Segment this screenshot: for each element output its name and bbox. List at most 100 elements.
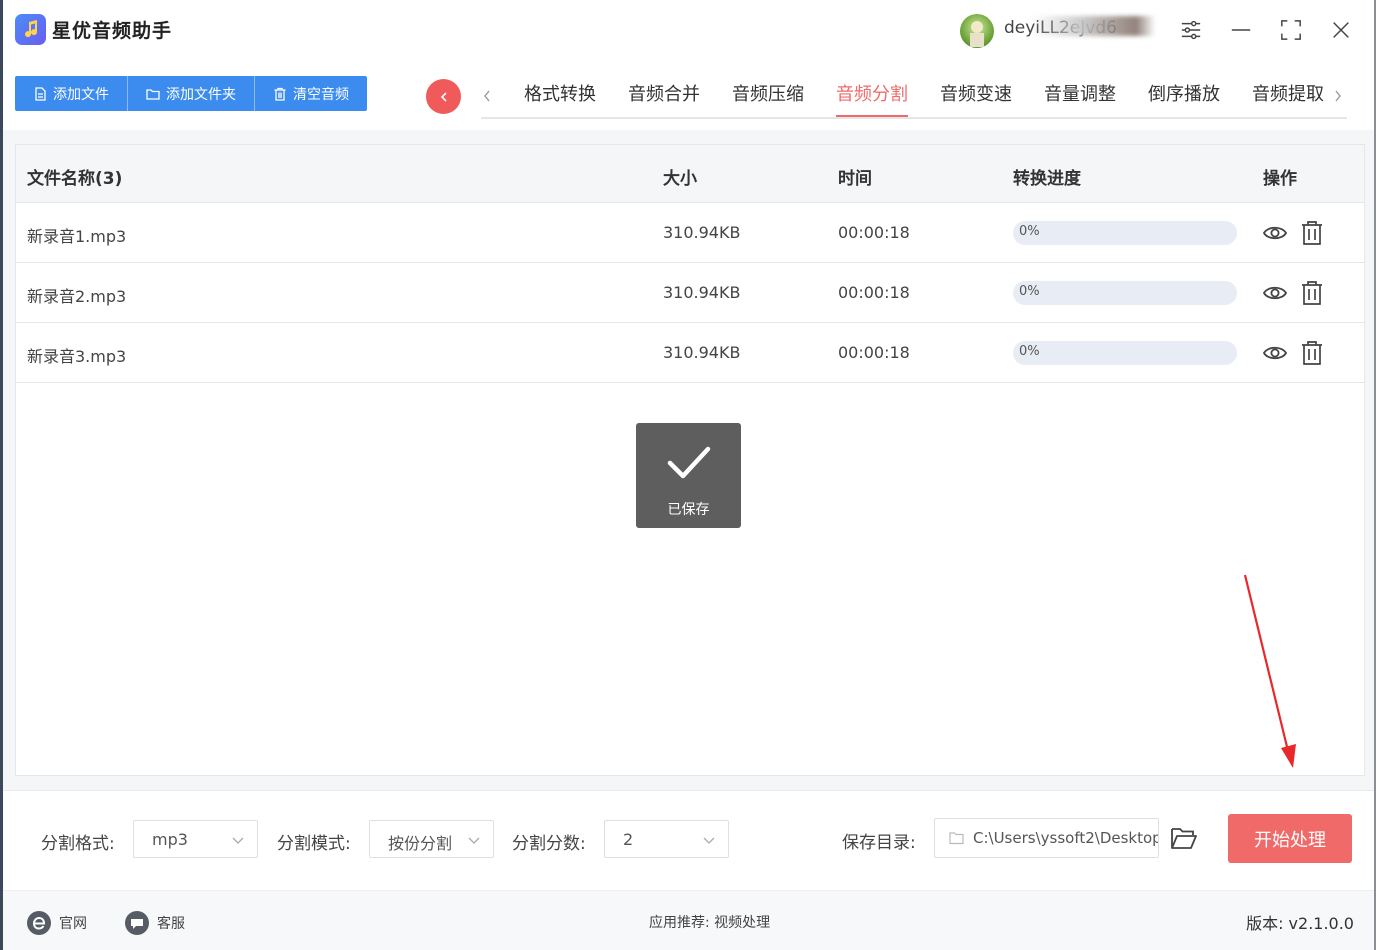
trash-icon <box>1302 341 1322 365</box>
saved-toast: 已保存 <box>636 423 741 528</box>
file-size: 310.94KB <box>663 223 741 242</box>
user-profile[interactable]: deyiLL2eJvd6 <box>960 12 1160 48</box>
tab-7[interactable]: 音频提取 <box>1236 80 1340 118</box>
progress-bar: 0% <box>1013 281 1237 305</box>
tabs-scroll-left[interactable] <box>477 84 497 108</box>
title-bar: 星优音频助手 deyiLL2eJvd6 <box>3 0 1374 60</box>
chevron-down-icon <box>232 837 244 844</box>
tab-5[interactable]: 音量调整 <box>1028 80 1132 118</box>
clear-audio-label: 清空音频 <box>293 86 349 103</box>
file-size: 310.94KB <box>663 343 741 362</box>
table-row[interactable]: 新录音1.mp3 310.94KB 00:00:18 0% <box>16 203 1364 263</box>
tab-4[interactable]: 音频变速 <box>924 80 1028 118</box>
chevron-left-icon <box>440 91 447 102</box>
preview-button[interactable] <box>1262 340 1288 366</box>
chevron-right-icon <box>1335 90 1341 102</box>
save-path-field[interactable]: C:\Users\yssoft2\Desktop <box>934 818 1159 858</box>
progress-text: 0% <box>1019 224 1040 239</box>
music-note-icon <box>25 20 38 38</box>
clear-audio-button[interactable]: 清空音频 <box>255 76 367 111</box>
close-icon <box>1333 22 1349 38</box>
avatar[interactable] <box>960 14 994 48</box>
mode-select[interactable]: 按份分割 <box>369 820 494 858</box>
format-select[interactable]: mp3 <box>133 820 258 858</box>
support-link[interactable]: 客服 <box>125 911 185 935</box>
progress-text: 0% <box>1019 284 1040 299</box>
split-settings: 分割格式: mp3 分割模式: 按份分割 分割分数: 2 保存目录: C:\Us… <box>3 790 1374 888</box>
header-time: 时间 <box>838 169 872 189</box>
minimize-button[interactable] <box>1226 15 1256 45</box>
mode-value: 按份分割 <box>388 834 453 853</box>
count-select[interactable]: 2 <box>604 820 729 858</box>
delete-button[interactable] <box>1299 340 1325 366</box>
start-process-button[interactable]: 开始处理 <box>1228 814 1352 863</box>
delete-button[interactable] <box>1299 220 1325 246</box>
annotation-arrow-icon <box>1243 574 1296 768</box>
feature-tabs: 格式转换 音频合并 音频压缩 音频分割 音频变速 音量调整 倒序播放 音频提取 <box>508 80 1340 120</box>
back-button[interactable] <box>426 79 461 114</box>
footer: 官网 客服 应用推荐: 视频处理 版本: v2.1.0.0 <box>3 890 1374 950</box>
add-folder-button[interactable]: 添加文件夹 <box>128 76 255 111</box>
tab-1[interactable]: 音频合并 <box>612 80 716 118</box>
tab-3[interactable]: 音频分割 <box>820 80 924 118</box>
settings-button[interactable] <box>1176 15 1206 45</box>
trash-icon <box>274 87 286 101</box>
website-label: 官网 <box>59 916 87 932</box>
file-name: 新录音3.mp3 <box>27 347 127 366</box>
header-size: 大小 <box>663 169 697 189</box>
maximize-button[interactable] <box>1276 15 1306 45</box>
format-label: 分割格式: <box>41 834 115 854</box>
tab-6[interactable]: 倒序播放 <box>1132 80 1236 118</box>
user-avatar-icon <box>970 21 984 47</box>
chevron-down-icon <box>468 837 480 844</box>
file-toolbar: 添加文件 添加文件夹 清空音频 <box>15 76 367 111</box>
fullscreen-icon <box>1281 20 1301 40</box>
folder-open-icon <box>1171 828 1197 849</box>
file-icon <box>35 86 46 101</box>
tabs-scroll-right[interactable] <box>1328 84 1348 108</box>
progress-text: 0% <box>1019 344 1040 359</box>
eye-icon <box>1262 226 1288 240</box>
chevron-down-icon <box>703 837 715 844</box>
app-recommendation[interactable]: 应用推荐: 视频处理 <box>649 912 770 932</box>
app-window: 星优音频助手 deyiLL2eJvd6 <box>3 0 1374 950</box>
progress-bar: 0% <box>1013 341 1237 365</box>
mode-label: 分割模式: <box>277 834 351 854</box>
save-dir-label: 保存目录: <box>842 833 916 853</box>
add-folder-label: 添加文件夹 <box>166 86 236 103</box>
user-name-mask <box>1030 16 1155 36</box>
header-action: 操作 <box>1263 169 1297 189</box>
header-progress: 转换进度 <box>1013 169 1081 189</box>
file-duration: 00:00:18 <box>838 343 910 362</box>
preview-button[interactable] <box>1262 220 1288 246</box>
count-label: 分割分数: <box>512 834 586 854</box>
folder-icon <box>146 88 160 100</box>
file-size: 310.94KB <box>663 283 741 302</box>
minimize-icon <box>1231 29 1251 31</box>
browse-folder-button[interactable] <box>1170 825 1198 851</box>
close-button[interactable] <box>1326 15 1356 45</box>
folder-icon <box>949 832 964 845</box>
preview-button[interactable] <box>1262 280 1288 306</box>
app-logo <box>15 14 46 45</box>
toast-text: 已保存 <box>667 502 710 518</box>
chevron-left-icon <box>484 90 490 102</box>
table-header: 文件名称(3) 大小 时间 转换进度 操作 <box>16 145 1364 203</box>
support-label: 客服 <box>157 916 185 932</box>
tab-0[interactable]: 格式转换 <box>508 80 612 118</box>
delete-button[interactable] <box>1299 280 1325 306</box>
table-row[interactable]: 新录音3.mp3 310.94KB 00:00:18 0% <box>16 323 1364 383</box>
version-text: 版本: v2.1.0.0 <box>1246 914 1354 933</box>
file-duration: 00:00:18 <box>838 283 910 302</box>
eye-icon <box>1262 346 1288 360</box>
add-file-button[interactable]: 添加文件 <box>15 76 128 111</box>
table-row[interactable]: 新录音2.mp3 310.94KB 00:00:18 0% <box>16 263 1364 323</box>
tabs-underline <box>481 117 1347 119</box>
trash-icon <box>1302 281 1322 305</box>
format-value: mp3 <box>152 830 188 849</box>
browser-e-icon <box>27 911 51 935</box>
eye-icon <box>1262 286 1288 300</box>
tab-2[interactable]: 音频压缩 <box>716 80 820 118</box>
chat-icon <box>125 911 149 935</box>
website-link[interactable]: 官网 <box>27 911 87 935</box>
